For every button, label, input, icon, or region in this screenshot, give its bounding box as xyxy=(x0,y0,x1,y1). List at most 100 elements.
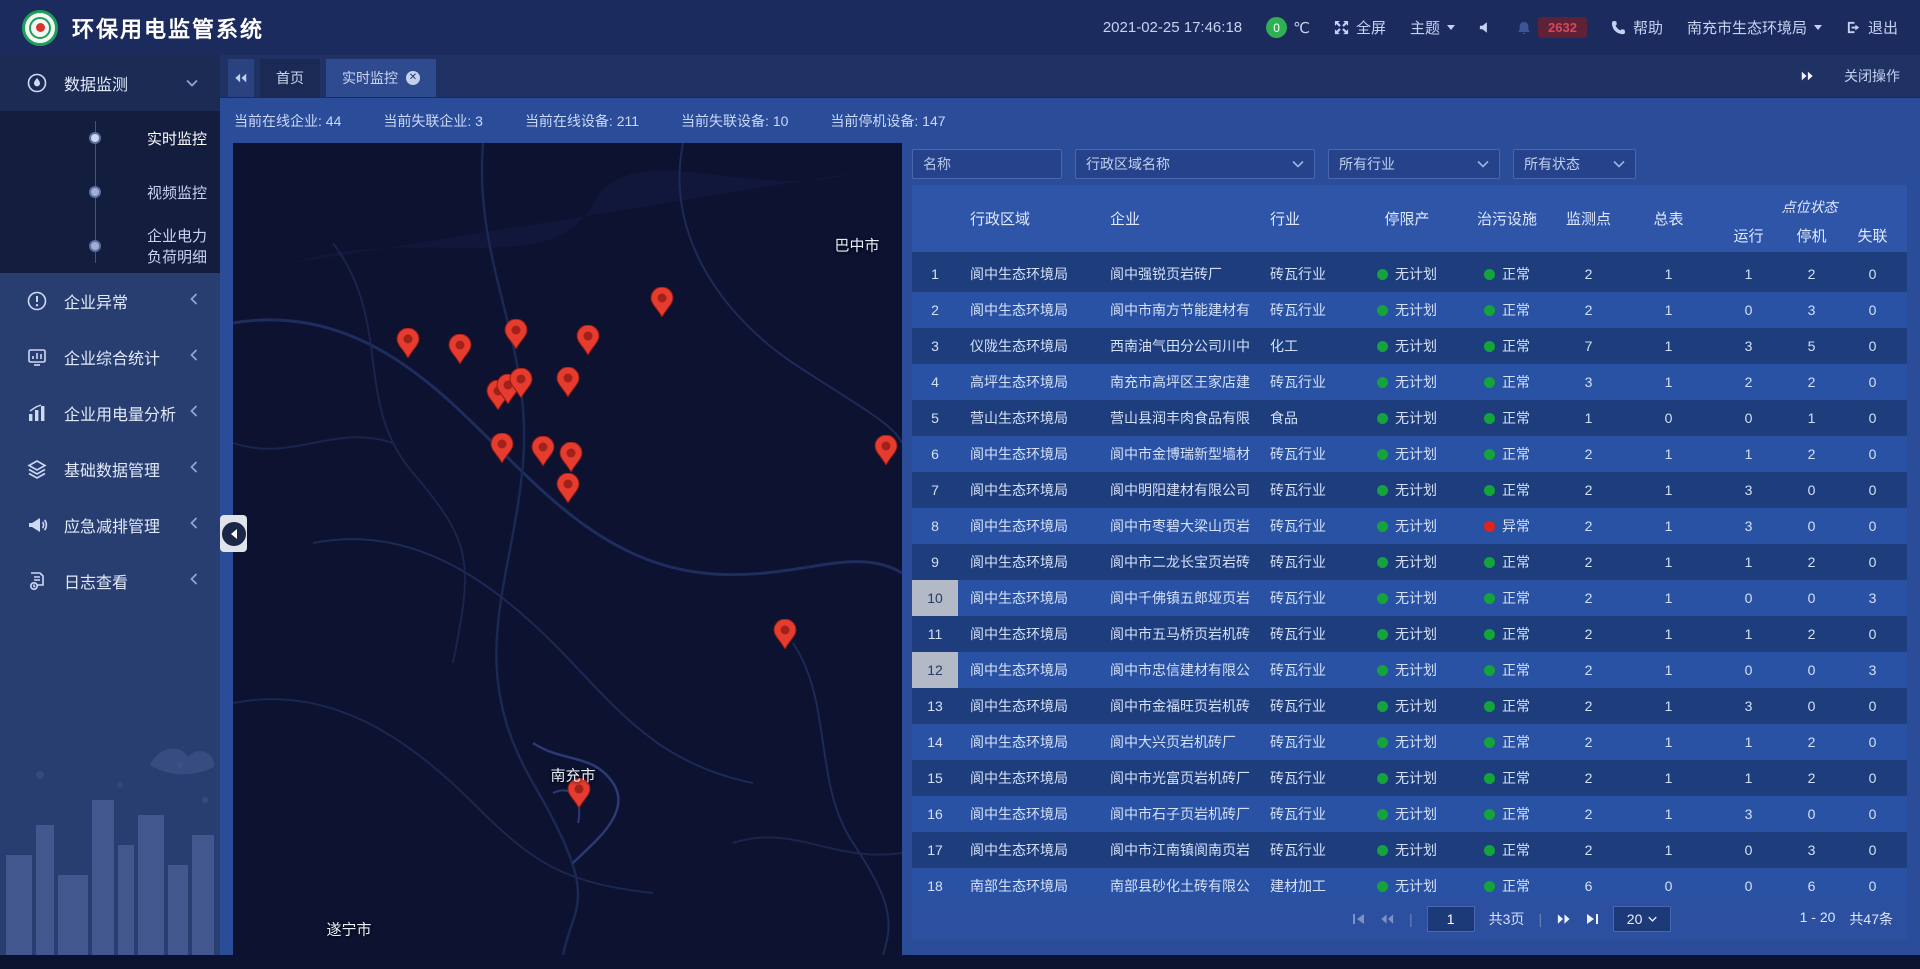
table-row[interactable]: 16阆中生态环境局阆中市石子页岩机砖厂砖瓦行业无计划正常21300 xyxy=(912,796,1907,832)
mute-button[interactable] xyxy=(1479,21,1493,34)
table-row[interactable]: 6阆中生态环境局阆中市金博瑞新型墙材砖瓦行业无计划正常21120 xyxy=(912,436,1907,472)
map-location-pin[interactable] xyxy=(490,433,514,463)
sidebar-item[interactable]: 基础数据管理 xyxy=(0,441,220,497)
sidebar-item[interactable]: 应急减排管理 xyxy=(0,497,220,553)
table-row[interactable]: 1阆中生态环境局阆中强锐页岩砖厂砖瓦行业无计划正常21120 xyxy=(912,256,1907,292)
cell-lost: 0 xyxy=(1838,616,1907,652)
sidebar-item[interactable]: 企业综合统计 xyxy=(0,329,220,385)
close-operations-button[interactable]: 关闭操作 xyxy=(1844,66,1900,86)
cell-industry: 砖瓦行业 xyxy=(1258,292,1352,328)
table-row[interactable]: 10阆中生态环境局阆中千佛镇五郎垭页岩砖瓦行业无计划正常21003 xyxy=(912,580,1907,616)
table-row[interactable]: 8阆中生态环境局阆中市枣碧大梁山页岩砖瓦行业无计划异常21300 xyxy=(912,508,1907,544)
map-location-pin[interactable] xyxy=(448,334,472,364)
column-header[interactable]: 停限产 xyxy=(1352,185,1462,252)
table-row[interactable]: 11阆中生态环境局阆中市五马桥页岩机砖砖瓦行业无计划正常21120 xyxy=(912,616,1907,652)
table-row[interactable]: 2阆中生态环境局阆中市南方节能建材有砖瓦行业无计划正常21030 xyxy=(912,292,1907,328)
column-header[interactable]: 运行 xyxy=(1712,219,1785,252)
main-body: 数据监测实时监控视频监控企业电力负荷明细企业异常企业综合统计企业用电量分析基础数… xyxy=(0,55,1920,955)
table-row[interactable]: 14阆中生态环境局阆中大兴页岩机砖厂砖瓦行业无计划正常21120 xyxy=(912,724,1907,760)
table-row[interactable]: 9阆中生态环境局阆中市二龙长宝页岩砖砖瓦行业无计划正常21120 xyxy=(912,544,1907,580)
map-location-pin[interactable] xyxy=(559,442,583,472)
page-size-select[interactable]: 20 xyxy=(1613,906,1671,932)
map-location-pin[interactable] xyxy=(650,287,674,317)
previous-page-button[interactable] xyxy=(1380,913,1395,925)
region-select[interactable]: 行政区域名称 xyxy=(1075,149,1315,179)
cell-limit-status: 无计划 xyxy=(1352,400,1462,436)
header-toolbar: 2021-02-25 17:46:18 0 ℃ 全屏 主题 2632 xyxy=(1103,17,1898,38)
column-header[interactable]: 行政区域 xyxy=(958,185,1098,252)
status-select[interactable]: 所有状态 xyxy=(1513,149,1636,179)
page-number-input[interactable]: 1 xyxy=(1427,906,1475,932)
column-header[interactable]: 治污设施 xyxy=(1462,185,1552,252)
table-row[interactable]: 7阆中生态环境局阆中明阳建材有限公司砖瓦行业无计划正常21300 xyxy=(912,472,1907,508)
table-row[interactable]: 17阆中生态环境局阆中市江南镇阆南页岩砖瓦行业无计划正常21030 xyxy=(912,832,1907,868)
speaker-icon xyxy=(1479,21,1493,34)
cell-total-meter: 1 xyxy=(1625,328,1712,364)
industry-select[interactable]: 所有行业 xyxy=(1328,149,1500,179)
sidebar-subitem[interactable]: 企业电力负荷明细 xyxy=(0,219,220,273)
cell-limit-status: 无计划 xyxy=(1352,256,1462,292)
tab-实时监控[interactable]: 实时监控✕ xyxy=(326,59,436,97)
map-location-pin[interactable] xyxy=(504,319,528,349)
fullscreen-button[interactable]: 全屏 xyxy=(1334,17,1386,38)
table-row[interactable]: 12阆中生态环境局阆中市忠信建材有限公砖瓦行业无计划正常21003 xyxy=(912,652,1907,688)
name-filter-field[interactable] xyxy=(912,149,1062,179)
table-row[interactable]: 13阆中生态环境局阆中市金福旺页岩机砖砖瓦行业无计划正常21300 xyxy=(912,688,1907,724)
table-row[interactable]: 4高坪生态环境局南充市高坪区王家店建砖瓦行业无计划正常31220 xyxy=(912,364,1907,400)
column-header[interactable]: 监测点 xyxy=(1552,185,1625,252)
chevron-down-icon xyxy=(1814,25,1822,30)
cell-company: 阆中市枣碧大梁山页岩 xyxy=(1098,508,1258,544)
map-location-pin[interactable] xyxy=(531,436,555,466)
sidebar-item[interactable]: 企业用电量分析 xyxy=(0,385,220,441)
column-header[interactable]: 总表 xyxy=(1625,185,1712,252)
table-row[interactable]: 3仪陇生态环境局西南油气田分公司川中化工无计划正常71350 xyxy=(912,328,1907,364)
sidebar-subitem[interactable]: 实时监控 xyxy=(0,111,220,165)
cell-monitor-points: 2 xyxy=(1552,436,1625,472)
column-header[interactable]: 停机 xyxy=(1785,219,1838,252)
cell-treatment-status: 正常 xyxy=(1462,832,1552,868)
map-location-pin[interactable] xyxy=(556,367,580,397)
cell-region: 高坪生态环境局 xyxy=(958,364,1098,400)
map-location-pin[interactable] xyxy=(874,435,898,465)
cell-region: 阆中生态环境局 xyxy=(958,292,1098,328)
sidebar-subitem[interactable]: 视频监控 xyxy=(0,165,220,219)
cell-limit-status: 无计划 xyxy=(1352,796,1462,832)
column-header[interactable]: 失联 xyxy=(1838,219,1907,252)
tab-首页[interactable]: 首页 xyxy=(260,59,320,97)
cell-industry: 砖瓦行业 xyxy=(1258,436,1352,472)
table-body: 1阆中生态环境局阆中强锐页岩砖厂砖瓦行业无计划正常211202阆中生态环境局阆中… xyxy=(912,252,1907,898)
table-row[interactable]: 15阆中生态环境局阆中市光富页岩机砖厂砖瓦行业无计划正常21120 xyxy=(912,760,1907,796)
column-header[interactable]: 企业 xyxy=(1098,185,1258,252)
theme-menu[interactable]: 主题 xyxy=(1410,17,1455,38)
tabs-scroll-left-button[interactable] xyxy=(228,59,254,97)
name-search-input[interactable] xyxy=(923,156,1051,172)
cell-running: 3 xyxy=(1712,796,1785,832)
map-location-pin[interactable] xyxy=(509,368,533,398)
cell-company: 阆中市忠信建材有限公 xyxy=(1098,652,1258,688)
cell-lost: 0 xyxy=(1838,796,1907,832)
notifications[interactable]: 2632 xyxy=(1517,17,1587,38)
cell-seq: 18 xyxy=(912,868,958,898)
logout-button[interactable]: 退出 xyxy=(1846,17,1898,38)
map-panel[interactable]: 巴中市南充市遂宁市 xyxy=(233,143,902,955)
map-location-pin[interactable] xyxy=(576,325,600,355)
map-location-pin[interactable] xyxy=(773,619,797,649)
sidebar-item[interactable]: 日志查看 xyxy=(0,553,220,609)
status-dot-icon xyxy=(1484,773,1495,784)
user-menu[interactable]: 南充市生态环境局 xyxy=(1687,17,1822,38)
next-page-button[interactable] xyxy=(1556,913,1571,925)
first-page-button[interactable] xyxy=(1352,913,1366,925)
help-button[interactable]: 帮助 xyxy=(1611,17,1663,38)
last-page-button[interactable] xyxy=(1585,913,1599,925)
map-location-pin[interactable] xyxy=(396,328,420,358)
tabs-scroll-right-button[interactable] xyxy=(1800,70,1814,82)
close-icon[interactable]: ✕ xyxy=(406,71,420,85)
sidebar-item[interactable]: 企业异常 xyxy=(0,273,220,329)
column-header[interactable]: 行业 xyxy=(1258,185,1352,252)
map-collapse-button[interactable] xyxy=(220,515,247,552)
status-dot-icon xyxy=(1377,557,1388,568)
sidebar-item[interactable]: 数据监测 xyxy=(0,55,220,111)
map-location-pin[interactable] xyxy=(556,473,580,503)
table-row[interactable]: 5营山生态环境局营山县润丰肉食品有限食品无计划正常10010 xyxy=(912,400,1907,436)
table-row[interactable]: 18南部生态环境局南部县砂化土砖有限公建材加工无计划正常60060 xyxy=(912,868,1907,898)
